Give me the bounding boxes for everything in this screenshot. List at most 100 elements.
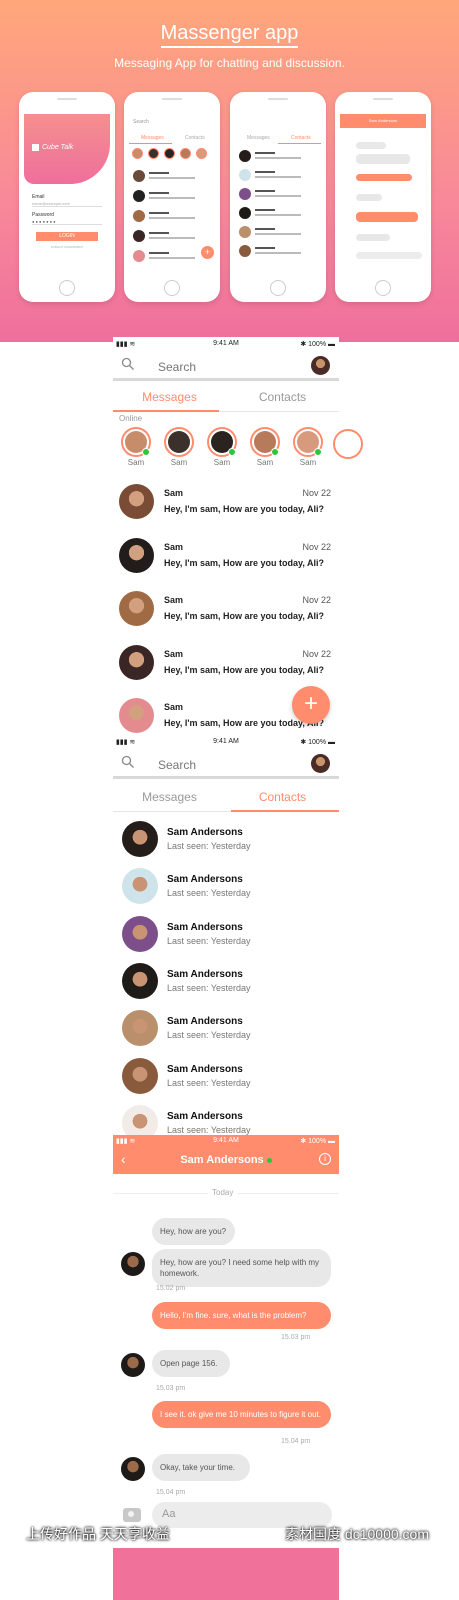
- login-button[interactable]: LOGIN: [36, 232, 98, 241]
- tab-bar: Messages Contacts: [113, 382, 339, 412]
- camera-icon[interactable]: [123, 1508, 141, 1522]
- password-field[interactable]: ● ● ● ● ● ● ●: [32, 219, 102, 225]
- online-contact[interactable]: Sam: [119, 427, 153, 467]
- avatar: [122, 1010, 158, 1047]
- avatar: [121, 1457, 145, 1481]
- online-dot: [271, 448, 279, 456]
- contact-name: Sam Andersons: [167, 968, 243, 980]
- contact-name: Sam Andersons: [167, 1063, 243, 1075]
- battery-indicator: ✱ 100% ▬: [300, 739, 335, 746]
- email-label: Email: [32, 194, 45, 200]
- last-seen: Last seen: Yesterday: [167, 1030, 251, 1041]
- thread-name: Sam: [164, 702, 184, 712]
- chat-header: ▮▮▮ ≋ 9:41 AM ✱ 100% ▬ ‹ Sam Andersons i: [113, 1135, 339, 1174]
- incoming-message: Open page 156.: [152, 1350, 230, 1377]
- online-contact[interactable]: Sam: [248, 427, 282, 467]
- search-bar[interactable]: Search: [113, 749, 339, 779]
- online-label: Online: [119, 414, 143, 423]
- last-seen: Last seen: Yesterday: [167, 935, 251, 946]
- new-message-button[interactable]: +: [292, 686, 330, 724]
- battery-icon: ▬: [328, 739, 335, 746]
- thread-name: Sam: [164, 595, 184, 605]
- cube-logo-icon: [32, 144, 39, 151]
- profile-avatar[interactable]: [311, 356, 330, 375]
- online-contact-name: Sam: [127, 458, 145, 467]
- last-seen: Last seen: Yesterday: [167, 982, 251, 993]
- avatar: [119, 591, 154, 626]
- phone-mockup-contacts: Messages Contacts: [230, 92, 326, 302]
- forgot-password-link[interactable]: FORGOT PASSWORD?: [24, 245, 110, 249]
- online-contact[interactable]: Sam: [205, 427, 239, 467]
- online-dot: [142, 448, 150, 456]
- avatar: [293, 427, 323, 457]
- hero-title: Massenger app: [0, 22, 459, 48]
- contact-item[interactable]: Sam Andersons Last seen: Yesterday: [113, 866, 339, 913]
- online-contact-name: Sam: [213, 458, 231, 467]
- search-input[interactable]: Search: [158, 758, 196, 772]
- avatar: [122, 868, 158, 905]
- message-thread[interactable]: Sam Nov 22 Hey, I'm sam, How are you today…: [113, 483, 339, 536]
- tab-messages[interactable]: Messages: [113, 390, 226, 404]
- phone-mockup-messages: Search Messages Contacts +: [124, 92, 220, 302]
- search-input[interactable]: Search: [158, 360, 196, 374]
- contact-name: Sam Andersons: [167, 1016, 243, 1028]
- info-icon[interactable]: i: [319, 1153, 331, 1165]
- message-thread[interactable]: Sam Nov 22 Hey, I'm sam, How are you today…: [113, 537, 339, 590]
- thread-date: Nov 22: [302, 648, 331, 659]
- status-bar: ▮▮▮ ≋ 9:41 AM ✱ 100% ▬: [113, 1137, 339, 1147]
- tab-contacts[interactable]: Contacts: [226, 390, 339, 404]
- message-timestamp: 15.02 pm: [156, 1285, 186, 1292]
- tab-contacts[interactable]: Contacts: [226, 790, 339, 804]
- password-label: Password: [32, 212, 54, 218]
- search-icon[interactable]: [121, 357, 135, 371]
- contact-name: Sam Andersons: [167, 1110, 243, 1122]
- search-bar[interactable]: Search: [113, 351, 339, 381]
- message-timestamp: 15.04 pm: [281, 1438, 311, 1445]
- thread-name: Sam: [164, 541, 184, 552]
- outgoing-message: I see it. ok give me 10 minutes to figur…: [152, 1401, 331, 1428]
- chat-screen: ▮▮▮ ≋ 9:41 AM ✱ 100% ▬ ‹ Sam Andersons i…: [113, 1135, 339, 1547]
- contact-item[interactable]: Sam Andersons Last seen: Yesterday: [113, 961, 339, 1008]
- outgoing-message: Hello, I'm fine. sure, what is the probl…: [152, 1302, 331, 1329]
- avatar: [119, 698, 154, 733]
- message-timestamp: 15.04 pm: [156, 1489, 186, 1496]
- contact-item[interactable]: Sam Andersons Last seen: Yesterday: [113, 914, 339, 961]
- tab-messages[interactable]: Messages: [113, 790, 226, 804]
- avatar: [119, 537, 154, 573]
- login-brand: Cube Talk: [42, 144, 74, 151]
- hero-banner: Massenger app Messaging App for chatting…: [0, 0, 459, 342]
- contact-item[interactable]: Sam Andersons Last seen: Yesterday: [113, 819, 339, 866]
- online-dot: [228, 448, 236, 456]
- avatar: [121, 1353, 145, 1377]
- contact-item[interactable]: Sam Andersons Last seen: Yesterday: [113, 1056, 339, 1103]
- thread-date: Nov 22: [302, 595, 331, 605]
- avatar: [122, 962, 158, 999]
- avatar: [164, 427, 194, 457]
- thread-date: Nov 22: [302, 541, 331, 552]
- messages-screen: ▮▮▮ ≋ 9:41 AM ✱ 100% ▬ Search Messages C…: [113, 337, 363, 734]
- battery-indicator: ✱ 100% ▬: [300, 1138, 335, 1145]
- phone-mockup-chat: Sam Andersons: [335, 92, 431, 302]
- online-contact-name: Sam: [256, 458, 274, 467]
- avatar: [121, 427, 151, 457]
- contact-name: Sam Andersons: [167, 874, 243, 886]
- search-icon[interactable]: [121, 755, 135, 769]
- profile-avatar[interactable]: [311, 754, 330, 773]
- contact-item[interactable]: Sam Andersons Last seen: Yesterday: [113, 1008, 339, 1055]
- last-seen: Last seen: Yesterday: [167, 1124, 251, 1135]
- battery-icon: ▬: [328, 341, 335, 348]
- online-dot: [266, 1157, 272, 1163]
- avatar: [122, 915, 158, 952]
- message-thread[interactable]: Sam Nov 22 Hey, I'm sam, How are you today…: [113, 590, 339, 643]
- footer-bar: [113, 1548, 339, 1600]
- online-dot: [314, 448, 322, 456]
- hero-subtitle: Messaging App for chatting and discussio…: [114, 56, 345, 70]
- email-field[interactable]: name@example.com: [32, 201, 102, 207]
- watermark-right: 素材国度 dc10000.com: [285, 1526, 429, 1542]
- thread-preview: Hey, I'm sam, How are you today, Ali?: [164, 664, 325, 675]
- online-contact[interactable]: Sam: [291, 427, 325, 467]
- online-contact[interactable]: Sam: [162, 427, 196, 467]
- watermark-left: 上传好作品 天天享收益: [26, 1526, 170, 1542]
- incoming-message: Hey, how are you?: [152, 1218, 235, 1245]
- phone-mockup-login: Cube Talk Email name@example.com Passwor…: [19, 92, 115, 302]
